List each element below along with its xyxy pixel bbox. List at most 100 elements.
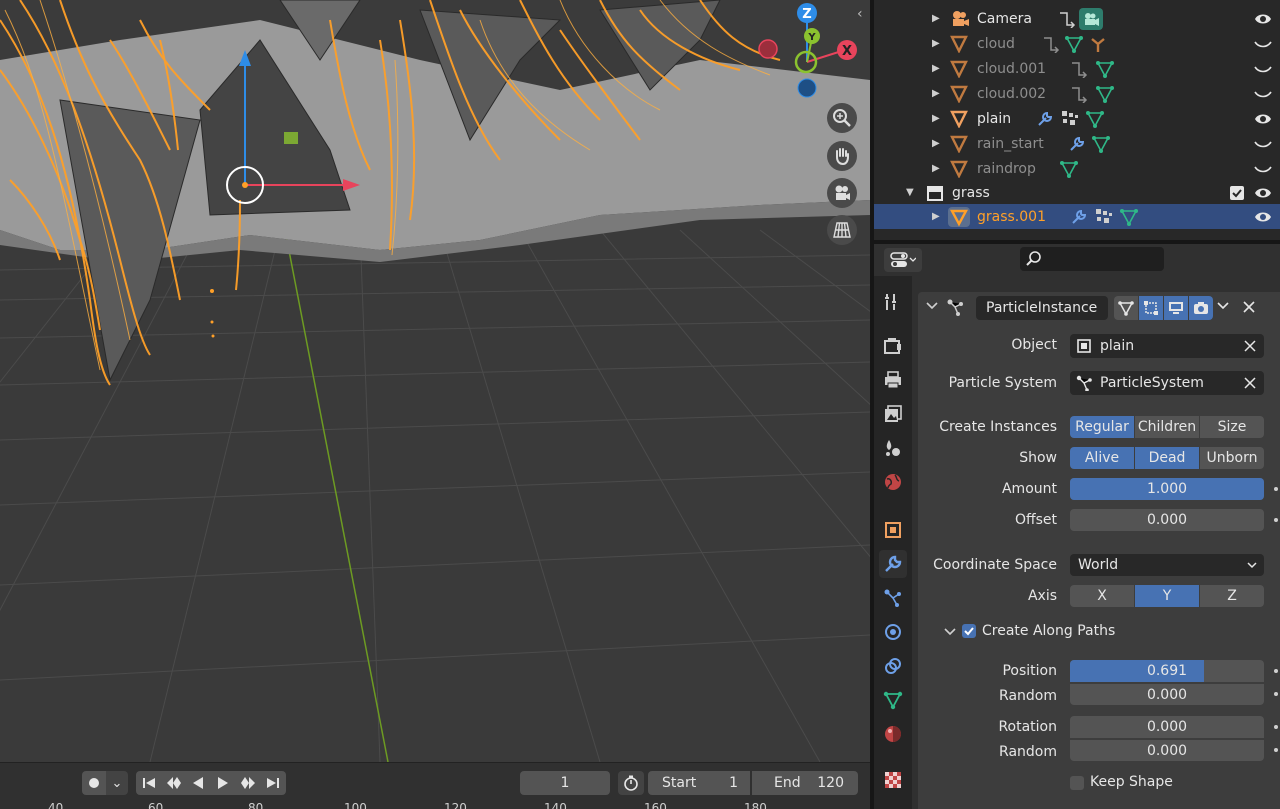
chevron-left-icon[interactable]: ‹ [857, 6, 869, 22]
outliner-row-grass-001[interactable]: ▶ grass.001 [874, 204, 1280, 229]
chevron-down-icon[interactable]: ⌄ [106, 771, 128, 795]
eye-icon[interactable] [1254, 186, 1272, 200]
expand-arrow-icon[interactable]: ▶ [932, 211, 940, 222]
clear-icon[interactable] [1244, 340, 1256, 352]
chevron-down-icon[interactable] [1216, 300, 1230, 316]
tab-particles[interactable] [879, 584, 907, 612]
show-alive[interactable]: Alive [1070, 447, 1135, 469]
end-frame-field[interactable]: End 120 [752, 771, 858, 795]
object-field[interactable]: plain [1070, 334, 1264, 358]
rotation-field[interactable]: 0.000 [1070, 716, 1264, 738]
jump-to-keyframe-next-icon[interactable] [236, 771, 260, 795]
position-slider[interactable]: 0.691 [1070, 660, 1264, 682]
collapse-arrow-icon[interactable]: ▼ [906, 187, 914, 198]
collection-checkbox[interactable] [1230, 185, 1244, 200]
eye-icon[interactable] [1254, 112, 1272, 126]
outliner-row-cloud-001[interactable]: ▶ cloud.001 [874, 56, 1280, 81]
show-unborn[interactable]: Unborn [1200, 447, 1264, 469]
create-along-paths-checkbox[interactable] [962, 624, 976, 638]
perspective-grid-icon[interactable] [827, 215, 857, 245]
on-cage-toggle[interactable] [1139, 296, 1163, 320]
position-random-field[interactable]: 0.000 [1070, 683, 1264, 705]
outliner-row-cloud[interactable]: ▶ cloud [874, 31, 1280, 56]
expand-arrow-icon[interactable]: ▶ [932, 13, 940, 24]
hand-pan-icon[interactable] [827, 141, 857, 171]
properties-editor[interactable]: ParticleInstance Object plain Particle S… [874, 244, 1280, 809]
eye-closed-icon[interactable] [1254, 37, 1272, 51]
3d-viewport[interactable]: Z X Y ‹ [0, 0, 870, 762]
expand-arrow-icon[interactable]: ▶ [932, 163, 940, 174]
tab-world[interactable] [879, 468, 907, 496]
tab-tool[interactable] [879, 288, 907, 316]
keyframe-dot-icon[interactable] [1274, 518, 1278, 522]
edit-mode-toggle[interactable] [1114, 296, 1138, 320]
tab-view-layer[interactable] [879, 400, 907, 428]
keyframe-dot-icon[interactable] [1274, 692, 1278, 696]
outliner-row-rain-start[interactable]: ▶ rain_start [874, 131, 1280, 156]
outliner-row-cloud-002[interactable]: ▶ cloud.002 [874, 81, 1280, 106]
jump-to-end-icon[interactable] [260, 771, 286, 795]
tab-material[interactable] [879, 720, 907, 748]
eye-icon[interactable] [1254, 12, 1272, 26]
expand-arrow-icon[interactable]: ▶ [932, 88, 940, 99]
tab-object-data[interactable] [879, 686, 907, 714]
camera-view-icon[interactable] [827, 178, 857, 208]
tab-modifiers[interactable] [879, 550, 907, 578]
outliner[interactable]: ▶ Camera ▶ cloud ▶ cloud.001 ▶ cloud.002… [874, 0, 1280, 240]
particle-system-field[interactable]: ParticleSystem [1070, 371, 1264, 395]
chevron-down-icon[interactable] [926, 300, 938, 314]
expand-arrow-icon[interactable]: ▶ [932, 63, 940, 74]
eye-icon[interactable] [1254, 210, 1272, 224]
tab-object[interactable] [879, 516, 907, 544]
close-icon[interactable] [1242, 300, 1256, 318]
current-frame-field[interactable]: 1 [520, 771, 610, 795]
tab-scene[interactable] [879, 434, 907, 462]
create-instances-size[interactable]: Size [1200, 416, 1264, 438]
stopwatch-icon[interactable] [618, 771, 644, 795]
start-frame-field[interactable]: Start 1 [648, 771, 750, 795]
tab-constraints[interactable] [879, 652, 907, 680]
expand-arrow-icon[interactable]: ▶ [932, 113, 940, 124]
jump-to-keyframe-prev-icon[interactable] [162, 771, 186, 795]
record-button[interactable] [82, 771, 106, 795]
editor-type-button[interactable] [884, 248, 922, 272]
tab-texture[interactable] [879, 766, 907, 794]
keyframe-dot-icon[interactable] [1274, 748, 1278, 752]
eye-closed-icon[interactable] [1254, 162, 1272, 176]
show-dead[interactable]: Dead [1135, 447, 1200, 469]
render-toggle[interactable] [1189, 296, 1213, 320]
outliner-row-raindrop[interactable]: ▶ raindrop [874, 156, 1280, 181]
coordinate-space-dropdown[interactable]: World [1070, 554, 1264, 576]
zoom-icon[interactable] [827, 103, 857, 133]
eye-closed-icon[interactable] [1254, 62, 1272, 76]
viewport-toggle[interactable] [1164, 296, 1188, 320]
keyframe-dot-icon[interactable] [1274, 487, 1278, 491]
tab-output[interactable] [879, 366, 907, 394]
expand-arrow-icon[interactable]: ▶ [932, 138, 940, 149]
create-instances-regular[interactable]: Regular [1070, 416, 1135, 438]
properties-search-input[interactable] [1020, 247, 1164, 271]
keyframe-dot-icon[interactable] [1274, 725, 1278, 729]
chevron-down-icon[interactable] [944, 627, 956, 637]
tab-physics[interactable] [879, 618, 907, 646]
modifier-name-field[interactable]: ParticleInstance [976, 296, 1108, 320]
outliner-row-grass-collection[interactable]: ▼ grass [874, 180, 1280, 205]
rotation-random-field[interactable]: 0.000 [1070, 739, 1264, 761]
timeline[interactable]: ⌄ 1 Start 1 End 120 40 60 80 100 120 140… [0, 762, 870, 809]
clear-icon[interactable] [1244, 377, 1256, 389]
create-instances-children[interactable]: Children [1135, 416, 1200, 438]
jump-to-start-icon[interactable] [136, 771, 162, 795]
amount-slider[interactable]: 1.000 [1070, 478, 1264, 500]
keep-shape-checkbox[interactable] [1070, 776, 1084, 790]
offset-field[interactable]: 0.000 [1070, 509, 1264, 531]
eye-closed-icon[interactable] [1254, 87, 1272, 101]
outliner-row-camera[interactable]: ▶ Camera [874, 6, 1280, 31]
outliner-row-plain[interactable]: ▶ plain [874, 106, 1280, 131]
play-reverse-icon[interactable] [186, 771, 210, 795]
tab-render[interactable] [879, 332, 907, 360]
expand-arrow-icon[interactable]: ▶ [932, 38, 940, 49]
eye-closed-icon[interactable] [1254, 137, 1272, 151]
axis-x[interactable]: X [1070, 585, 1135, 607]
keyframe-dot-icon[interactable] [1274, 669, 1278, 673]
axis-z[interactable]: Z [1200, 585, 1264, 607]
